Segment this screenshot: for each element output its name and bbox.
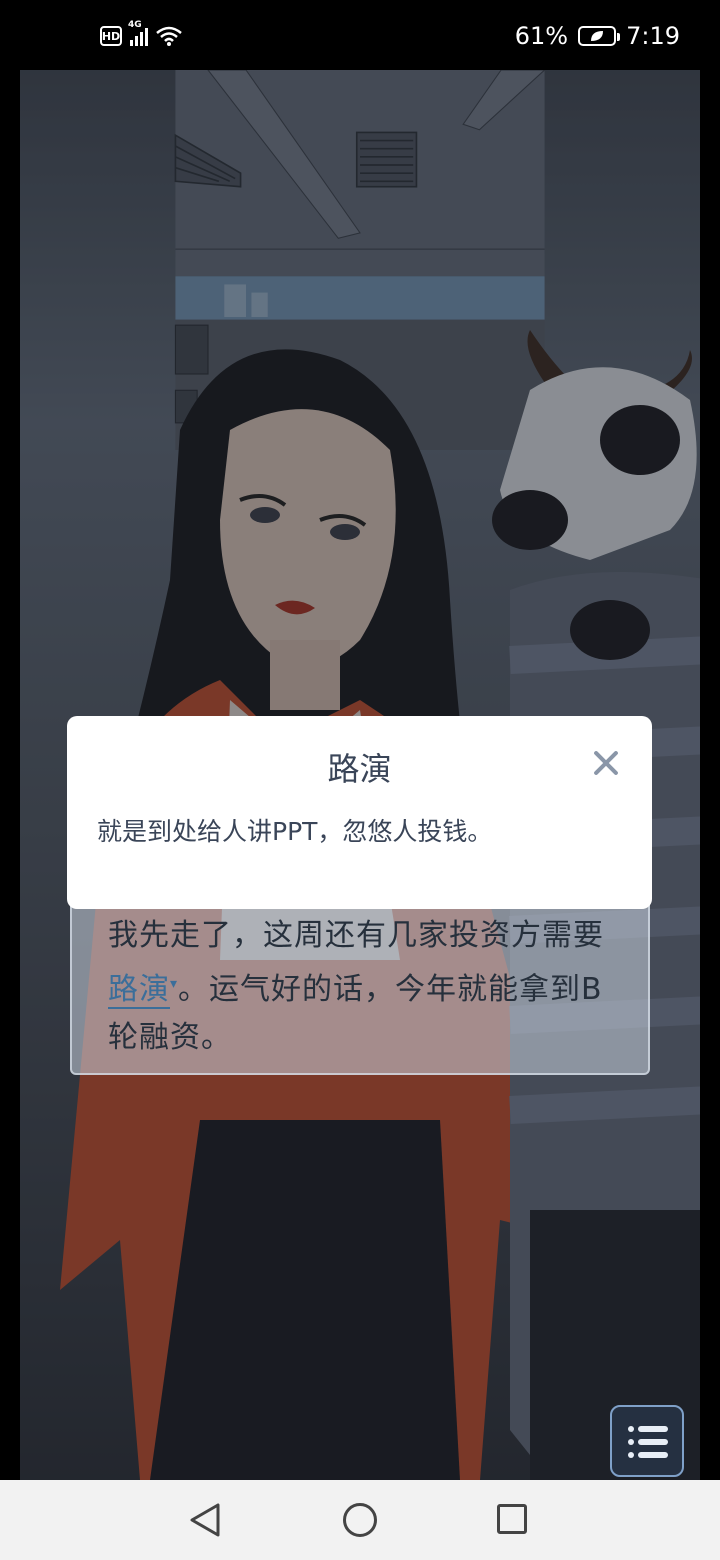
glossary-marker-icon: ▾ — [170, 976, 179, 992]
hd-icon: HD — [100, 26, 122, 46]
battery-percent: 61% — [514, 22, 569, 50]
dialogue-line-2-rest: 。运气好的话，今年就能拿到B — [178, 972, 603, 1007]
dialogue-text: 我先走了，这周还有几家投资方需要 路演▾。运气好的话，今年就能拿到B 轮融资。 — [108, 912, 618, 1062]
close-icon[interactable] — [589, 746, 623, 780]
glossary-popup: 路演 就是到处给人讲PPT，忽悠人投钱。 — [67, 716, 652, 909]
status-bar: HD 4G 61% 7:19 — [0, 0, 720, 70]
dialogue-line-3: 轮融资。 — [108, 1020, 232, 1055]
home-icon[interactable] — [343, 1503, 377, 1537]
popup-body: 就是到处给人讲PPT，忽悠人投钱。 — [97, 817, 493, 846]
back-icon[interactable] — [188, 1502, 224, 1538]
recent-apps-icon[interactable] — [497, 1504, 527, 1534]
signal-icon: 4G — [128, 20, 148, 46]
network-type: 4G — [128, 20, 142, 30]
dialogue-line-2: 路演▾。运气好的话，今年就能拿到B — [108, 960, 618, 1014]
system-nav-bar — [0, 1480, 720, 1560]
dialogue-line-1: 我先走了，这周还有几家投资方需要 — [108, 918, 604, 953]
clock: 7:19 — [626, 22, 680, 50]
battery-icon — [578, 26, 621, 46]
status-left: HD 4G — [100, 20, 182, 46]
popup-title: 路演 — [327, 750, 392, 788]
menu-list-icon[interactable] — [610, 1405, 684, 1477]
leaf-icon — [591, 31, 604, 41]
glossary-term[interactable]: 路演 — [108, 972, 170, 1009]
wifi-icon — [156, 26, 182, 46]
status-right: 61% 7:19 — [515, 22, 680, 50]
hd-label: HD — [101, 29, 121, 43]
